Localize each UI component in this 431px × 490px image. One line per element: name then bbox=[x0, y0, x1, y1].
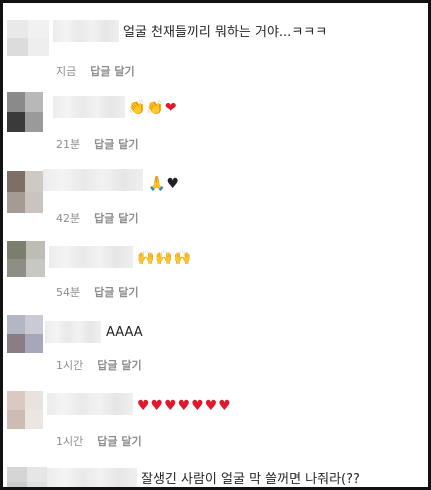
avatar[interactable] bbox=[7, 241, 45, 277]
raised-hands-emoji: 🙌🙌🙌 bbox=[137, 250, 193, 266]
comment-text: 🙌🙌🙌 bbox=[137, 249, 192, 267]
comment-text: 잘생긴 사람이 얼굴 막 쓸꺼면 나줘라(?? bbox=[141, 472, 360, 487]
reply-button[interactable]: 답글 달기 bbox=[90, 65, 134, 78]
reply-button[interactable]: 답글 달기 bbox=[97, 435, 141, 448]
heart-emoji: ❤ bbox=[164, 100, 178, 116]
comment-time: 1시간 bbox=[56, 435, 84, 448]
heart-emoji-row: ♥♥♥♥♥♥♥ bbox=[137, 398, 232, 414]
comment-list: 얼굴 천재들끼리 뭐하는 거야...ㅋㅋㅋ 지금 답글 달기 👏👏❤ 21분 답글 … bbox=[0, 0, 431, 490]
comment-text: AAAA bbox=[106, 325, 143, 340]
black-heart-emoji: ♥ bbox=[166, 176, 180, 192]
comment-text: ♥♥♥♥♥♥♥ bbox=[137, 397, 232, 415]
comment-meta: 1시간 답글 달기 bbox=[56, 433, 142, 449]
username-blurred[interactable] bbox=[45, 321, 101, 343]
comment-text: 얼굴 천재들끼리 뭐하는 거야...ㅋㅋㅋ bbox=[123, 25, 328, 40]
avatar[interactable] bbox=[7, 20, 49, 56]
username-blurred[interactable] bbox=[47, 468, 137, 487]
reply-button[interactable]: 답글 달기 bbox=[94, 212, 138, 225]
comment-time: 42분 bbox=[56, 212, 81, 225]
comment-meta: 54분 답글 달기 bbox=[56, 284, 138, 300]
reply-button[interactable]: 답글 달기 bbox=[97, 359, 141, 372]
comment-meta: 지금 답글 달기 bbox=[56, 63, 135, 79]
reply-button[interactable]: 답글 달기 bbox=[94, 138, 138, 151]
username-blurred[interactable] bbox=[43, 169, 143, 191]
comment-text: 🙏♥ bbox=[148, 175, 180, 193]
avatar[interactable] bbox=[7, 171, 43, 213]
reply-button[interactable]: 답글 달기 bbox=[94, 286, 138, 299]
comment-time: 21분 bbox=[56, 138, 81, 151]
comment-meta: 1시간 답글 달기 bbox=[56, 357, 142, 373]
username-blurred[interactable] bbox=[47, 393, 133, 415]
avatar[interactable] bbox=[7, 391, 43, 429]
username-blurred[interactable] bbox=[53, 20, 119, 42]
comment-meta: 21분 답글 달기 bbox=[56, 136, 138, 152]
comment-meta: 42분 답글 달기 bbox=[56, 210, 138, 226]
avatar[interactable] bbox=[7, 315, 43, 353]
avatar[interactable] bbox=[7, 92, 43, 132]
username-blurred[interactable] bbox=[49, 246, 133, 268]
username-blurred[interactable] bbox=[53, 96, 125, 118]
comment-time: 54분 bbox=[56, 286, 81, 299]
comment-time: 1시간 bbox=[56, 359, 84, 372]
clap-emoji: 👏👏 bbox=[128, 100, 165, 116]
comment-text: 👏👏❤ bbox=[128, 99, 178, 117]
pray-emoji: 🙏 bbox=[148, 176, 167, 192]
comment-time: 지금 bbox=[56, 65, 77, 78]
avatar[interactable] bbox=[7, 467, 47, 487]
